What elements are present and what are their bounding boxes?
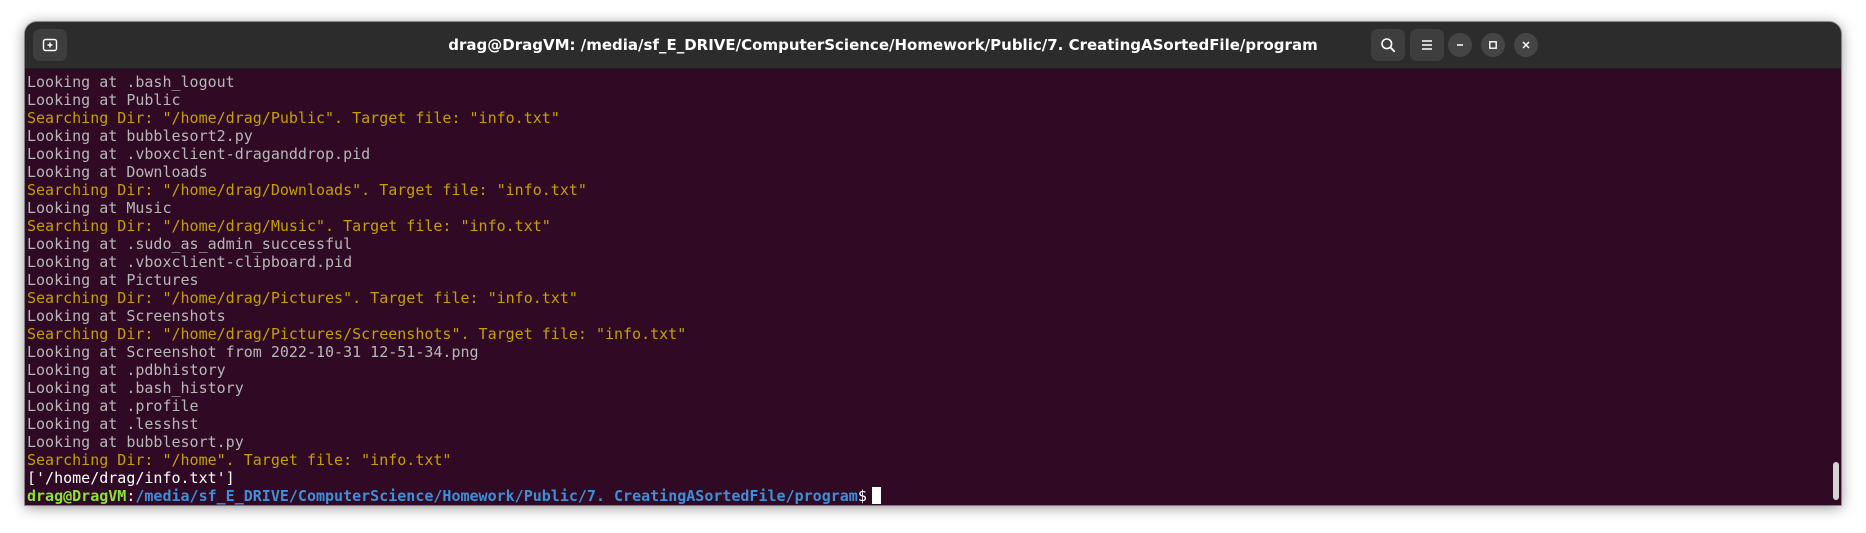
terminal-line: Looking at .vboxclient-draganddrop.pid	[27, 145, 371, 163]
terminal-line: Looking at Pictures	[27, 271, 199, 289]
search-icon	[1381, 38, 1396, 53]
minimize-icon	[1457, 44, 1463, 46]
terminal-line: Looking at .bash_logout	[27, 73, 235, 91]
terminal-line: Looking at Downloads	[27, 163, 208, 181]
maximize-icon	[1489, 41, 1497, 49]
new-tab-button[interactable]	[33, 29, 67, 61]
menu-button[interactable]	[1410, 29, 1444, 61]
terminal-line: Looking at Screenshots	[27, 307, 226, 325]
terminal-line-result: ['/home/drag/info.txt']	[27, 469, 235, 487]
scrollbar[interactable]	[1833, 462, 1839, 500]
terminal-line: Looking at .bash_history	[27, 379, 244, 397]
terminal-line-search: Searching Dir: "/home/drag/Pictures/Scre…	[27, 325, 687, 343]
terminal-line-search: Searching Dir: "/home/drag/Pictures". Ta…	[27, 289, 578, 307]
maximize-button[interactable]	[1481, 33, 1505, 57]
terminal-line-search: Searching Dir: "/home/drag/Downloads". T…	[27, 181, 587, 199]
terminal-line: Looking at bubblesort2.py	[27, 127, 253, 145]
terminal-line: Looking at bubblesort.py	[27, 433, 244, 451]
terminal-line: Looking at .vboxclient-clipboard.pid	[27, 253, 353, 271]
prompt-path: /media/sf_E_DRIVE/ComputerScience/Homewo…	[135, 487, 858, 505]
terminal-line: Looking at Music	[27, 199, 172, 217]
terminal-line-search: Searching Dir: "/home/drag/Music". Targe…	[27, 217, 551, 235]
title-bar[interactable]: drag@DragVM: /media/sf_E_DRIVE/ComputerS…	[25, 22, 1841, 69]
text-cursor	[871, 487, 881, 504]
shell-prompt[interactable]: drag@DragVM:/media/sf_E_DRIVE/ComputerSc…	[27, 487, 1831, 505]
prompt-dollar: $	[857, 487, 867, 505]
terminal-line: Looking at .lesshst	[27, 415, 199, 433]
search-button[interactable]	[1371, 29, 1405, 61]
terminal-output[interactable]: Looking at .bash_logout Looking at Public…	[25, 70, 1831, 505]
terminal-window: drag@DragVM: /media/sf_E_DRIVE/ComputerS…	[25, 22, 1841, 505]
close-icon	[1522, 41, 1530, 49]
minimize-button[interactable]	[1448, 33, 1472, 57]
terminal-line: Looking at .pdbhistory	[27, 361, 226, 379]
hamburger-menu-icon	[1422, 40, 1432, 50]
terminal-line: Looking at Screenshot from 2022-10-31 12…	[27, 343, 479, 361]
terminal-line-search: Searching Dir: "/home". Target file: "in…	[27, 451, 452, 469]
prompt-user: drag@DragVM	[27, 487, 127, 505]
new-tab-icon	[42, 38, 58, 52]
close-button[interactable]	[1514, 33, 1538, 57]
terminal-line: Looking at .profile	[27, 397, 199, 415]
terminal-line: Looking at .sudo_as_admin_successful	[27, 235, 353, 253]
terminal-line-search: Searching Dir: "/home/drag/Public". Targ…	[27, 109, 560, 127]
terminal-line: Looking at Public	[27, 91, 181, 109]
